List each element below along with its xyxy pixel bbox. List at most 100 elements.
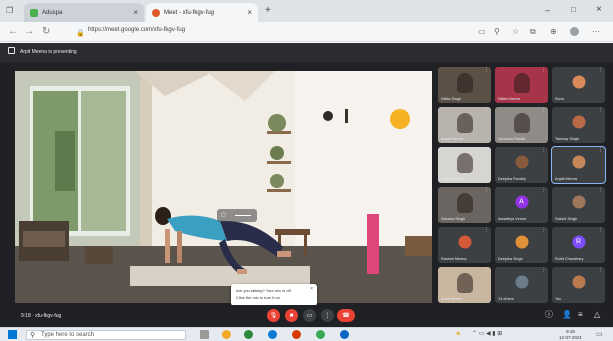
participant-tile[interactable]: ⋮ You — [552, 267, 605, 303]
participant-name: Nikita Meena — [498, 97, 521, 101]
info-icon[interactable]: ⓘ — [545, 310, 553, 320]
participant-name: Nikita Singh — [441, 97, 462, 101]
tab-actions-icon[interactable]: ❐ — [6, 6, 13, 15]
participant-tile[interactable]: ⋮ Sahana Singh — [438, 187, 491, 223]
url-field[interactable]: https://meet.google.com/xfu-fkgv-fug — [88, 27, 185, 33]
participant-tile[interactable]: ⋮ Vandana Pande — [495, 107, 548, 143]
participant-more-icon[interactable]: ⋮ — [598, 228, 603, 233]
app-icon[interactable] — [340, 330, 349, 339]
participant-tile[interactable]: ⋮ Anita Meena — [438, 267, 491, 303]
participant-tile[interactable]: ⋮ Sonu — [552, 67, 605, 103]
people-icon[interactable]: 👤 — [562, 310, 572, 320]
activities-icon[interactable]: △ — [594, 310, 600, 320]
participant-more-icon[interactable]: ⋮ — [598, 268, 603, 273]
chrome-icon[interactable] — [316, 330, 325, 339]
pip-icon: ▢ — [221, 212, 226, 218]
tab-label: Meet - xfu-fkgv-fug — [164, 9, 215, 16]
participant-avatar: A — [515, 195, 528, 209]
participant-avatar — [572, 115, 585, 129]
participant-tile[interactable]: ⋮ Deepika Pandey — [495, 147, 548, 183]
tab-close-icon[interactable]: × — [133, 8, 138, 17]
maximize-button[interactable]: □ — [571, 5, 576, 14]
participant-more-icon[interactable]: ⋮ — [598, 148, 603, 153]
participant-tile[interactable]: ⋮ Nikita Meena — [495, 67, 548, 103]
clock-date: 12-07-2021 — [559, 334, 583, 340]
captions-icon[interactable]: ▭ — [303, 309, 316, 322]
collections-icon[interactable]: ⧉ — [530, 27, 536, 37]
participant-name: Sahana Singh — [441, 217, 465, 221]
camera-in-use-icon[interactable]: ▭ — [478, 27, 486, 37]
tab-close-icon[interactable]: × — [247, 8, 252, 17]
participant-more-icon[interactable]: ⋮ — [598, 68, 603, 73]
participant-more-icon[interactable]: ⋮ — [484, 268, 489, 273]
participant-tile[interactable]: ⋮ Deepika Singh — [495, 227, 548, 263]
participant-tile[interactable]: ⋮ 13 others — [495, 267, 548, 303]
participant-tile[interactable]: ⋮ Rashmi Meena — [438, 227, 491, 263]
back-icon[interactable]: ← — [8, 26, 18, 38]
close-window-button[interactable]: × — [596, 4, 602, 15]
office-icon[interactable] — [292, 330, 301, 339]
taskbar-clock[interactable]: 9:18 12-07-2021 — [559, 329, 582, 340]
participant-more-icon[interactable]: ⋮ — [484, 228, 489, 233]
toast-close-button[interactable]: × — [310, 286, 313, 292]
participant-more-icon[interactable]: ⋮ — [541, 268, 546, 273]
participant-more-icon[interactable]: ⋮ — [541, 188, 546, 193]
chat-icon[interactable]: ≡ — [578, 310, 583, 320]
participant-tile[interactable]: ⋮ Anjali Meena — [438, 107, 491, 143]
pinned-overlay[interactable]: ▢ — [217, 209, 257, 222]
participant-more-icon[interactable]: ⋮ — [484, 108, 489, 113]
end-call-button[interactable]: ☎ — [337, 309, 355, 322]
taskbar-search-input[interactable]: ⚲ Type here to search — [26, 330, 186, 340]
participant-more-icon[interactable]: ⋮ — [598, 188, 603, 193]
participant-avatar — [572, 275, 585, 289]
more-menu-icon[interactable]: ⋯ — [592, 27, 600, 37]
participant-tile[interactable]: ⋮ Preeti Meena — [438, 147, 491, 183]
camera-off-icon[interactable]: ■ — [285, 309, 298, 322]
profile-avatar[interactable] — [570, 27, 579, 36]
weather-icon[interactable]: ☀ — [455, 330, 461, 338]
more-options-icon[interactable]: ⋮ — [321, 309, 334, 322]
participant-more-icon[interactable]: ⋮ — [484, 188, 489, 193]
tab-aduspa[interactable]: Aduspa × — [24, 3, 144, 22]
tab-meet[interactable]: Meet - xfu-fkgv-fug × — [146, 3, 258, 22]
store-icon[interactable] — [244, 330, 253, 339]
participant-tile[interactable]: ⋮ Tanmay Singh — [552, 107, 605, 143]
participant-name: You — [555, 297, 562, 301]
participant-more-icon[interactable]: ⋮ — [598, 108, 603, 113]
minimize-button[interactable]: – — [545, 5, 550, 15]
notifications-icon[interactable]: ▭ — [596, 330, 603, 338]
participant-more-icon[interactable]: ⋮ — [541, 108, 546, 113]
translate-icon[interactable]: ⚲ — [494, 27, 500, 37]
participant-tile[interactable]: ⋮ Nikita Singh — [438, 67, 491, 103]
participant-tile[interactable]: A ⋮ Aaradhya Verma — [495, 187, 548, 223]
present-icon — [8, 47, 15, 54]
participant-video — [513, 113, 530, 134]
participant-more-icon[interactable]: ⋮ — [541, 228, 546, 233]
task-view-icon[interactable] — [200, 330, 209, 339]
participant-tile[interactable]: ⋮ Anjali Meena — [551, 146, 606, 184]
participant-more-icon[interactable]: ⋮ — [541, 68, 546, 73]
forward-icon[interactable]: → — [24, 26, 34, 38]
toast-line-2: Click the mic to turn it on. — [236, 295, 281, 300]
extensions-icon[interactable]: ⊕ — [550, 27, 557, 37]
participant-tile[interactable]: ⋮ Sakshi Singh — [552, 187, 605, 223]
lock-icon[interactable]: 🔒 — [76, 28, 85, 40]
windows-taskbar: ⚲ Type here to search ☀ ⌃ ▭ ◀ ▮ ⊞ 9:18 1… — [0, 327, 613, 341]
system-tray-icons[interactable]: ⌃ ▭ ◀ ▮ ⊞ — [472, 330, 502, 337]
mic-off-icon[interactable]: 🎙 — [267, 309, 280, 322]
new-tab-button[interactable]: + — [265, 5, 271, 16]
meeting-code: 9:18 · xfu-fkgv-fug — [21, 313, 62, 319]
edge-icon[interactable] — [268, 330, 277, 339]
participant-video — [456, 73, 473, 94]
participant-tile[interactable]: R ⋮ Rohit Chaudhary — [552, 227, 605, 263]
pip-minimize-icon — [235, 215, 251, 216]
participant-more-icon[interactable]: ⋮ — [484, 68, 489, 73]
windows-start-icon[interactable] — [8, 330, 17, 339]
reload-icon[interactable]: ↻ — [42, 26, 50, 38]
main-video[interactable]: ▢ — [15, 71, 432, 303]
participant-avatar — [572, 75, 585, 89]
favorite-icon[interactable]: ☆ — [512, 27, 519, 37]
participant-more-icon[interactable]: ⋮ — [484, 148, 489, 153]
file-explorer-icon[interactable] — [222, 330, 231, 339]
participant-more-icon[interactable]: ⋮ — [541, 148, 546, 153]
